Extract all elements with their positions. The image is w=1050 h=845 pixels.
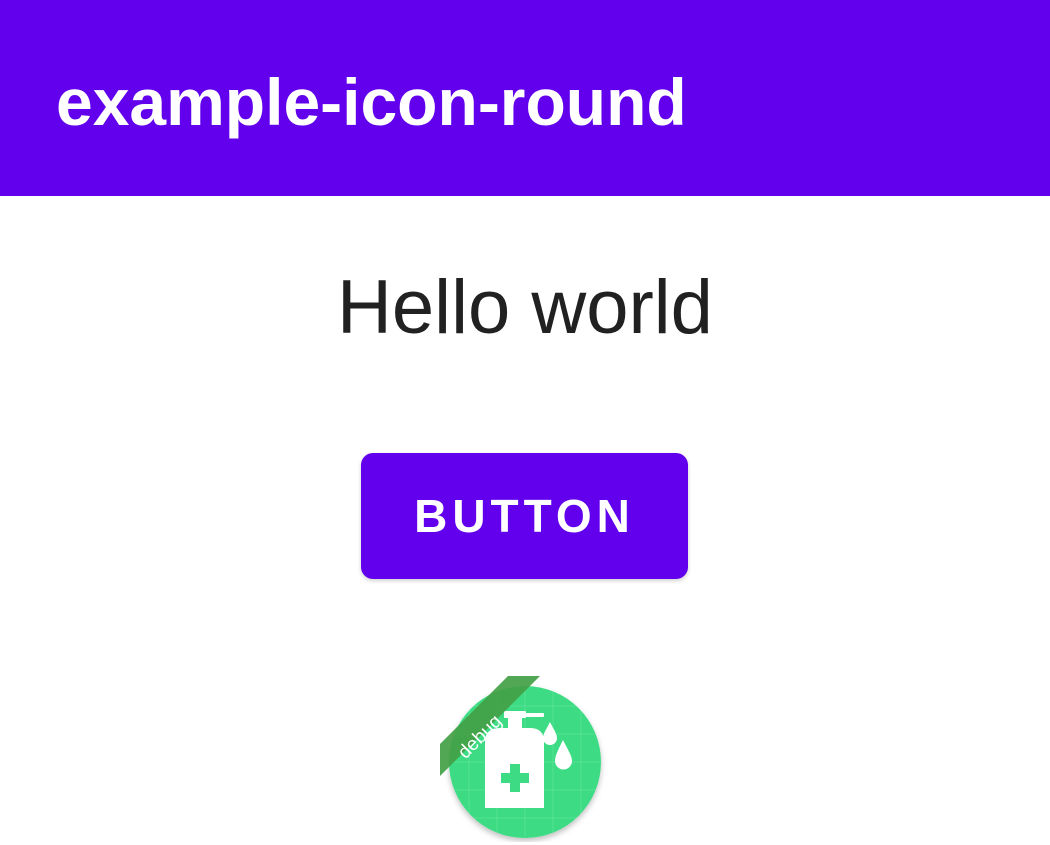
app-title: example-icon-round [56,65,687,139]
app-bar: example-icon-round [0,0,1050,196]
app-icon: debug [440,676,606,842]
main-button[interactable]: BUTTON [361,453,688,579]
greeting-text: Hello world [337,265,713,350]
hand-sanitizer-icon: debug [440,676,601,838]
main-content: Hello world BUTTON debug [0,196,1050,845]
main-button-label: BUTTON [414,490,635,542]
